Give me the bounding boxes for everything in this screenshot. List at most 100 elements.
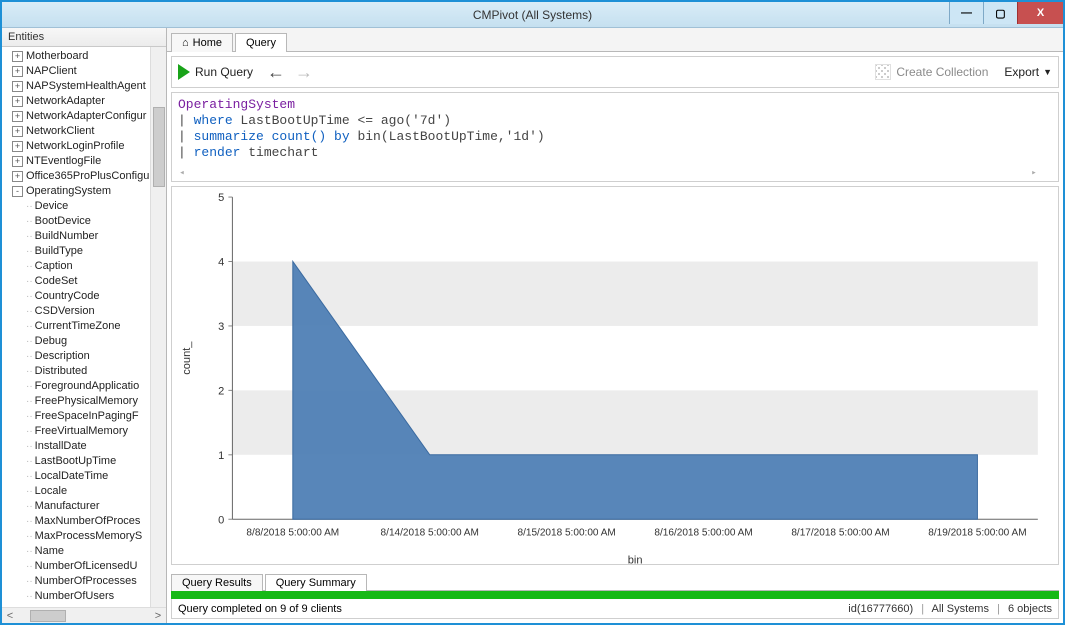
- titlebar[interactable]: CMPivot (All Systems) — ▢ X: [2, 2, 1063, 28]
- entity-property[interactable]: MaxProcessMemoryS: [26, 529, 166, 544]
- entity-property[interactable]: BuildType: [26, 244, 166, 259]
- tab-query-summary[interactable]: Query Summary: [265, 574, 367, 591]
- expand-icon[interactable]: +: [12, 81, 23, 92]
- entity-item[interactable]: +NetworkLoginProfile: [4, 139, 166, 154]
- svg-text:0: 0: [218, 514, 224, 526]
- entity-property[interactable]: Name: [26, 544, 166, 559]
- entity-property[interactable]: NumberOfLicensedU: [26, 559, 166, 574]
- property-label: BuildType: [35, 244, 83, 259]
- status-objects: 6 objects: [1008, 603, 1052, 615]
- entity-property[interactable]: BuildNumber: [26, 229, 166, 244]
- entity-property[interactable]: Manufacturer: [26, 499, 166, 514]
- query-token: render: [194, 145, 241, 160]
- property-label: CurrentTimeZone: [35, 319, 121, 334]
- editor-hscroll-right-icon[interactable]: ▸: [1028, 165, 1040, 181]
- editor-hscroll-left-icon[interactable]: ◂: [176, 165, 188, 181]
- entity-property[interactable]: Debug: [26, 334, 166, 349]
- entity-item[interactable]: +NAPClient: [4, 64, 166, 79]
- entity-property[interactable]: FreeVirtualMemory: [26, 424, 166, 439]
- tab-query-results[interactable]: Query Results: [171, 574, 263, 591]
- expand-icon[interactable]: +: [12, 96, 23, 107]
- svg-text:5: 5: [218, 192, 224, 204]
- expand-icon[interactable]: +: [12, 126, 23, 137]
- query-token: |: [178, 129, 194, 144]
- entities-panel: Entities +Motherboard+NAPClient+NAPSyste…: [2, 28, 167, 623]
- entity-property[interactable]: CodeSet: [26, 274, 166, 289]
- entity-item[interactable]: +NetworkClient: [4, 124, 166, 139]
- entity-item[interactable]: +NetworkAdapterConfigur: [4, 109, 166, 124]
- editor-hscroll[interactable]: ◂▸: [176, 167, 1040, 179]
- entity-property[interactable]: Caption: [26, 259, 166, 274]
- entity-property[interactable]: ForegroundApplicatio: [26, 379, 166, 394]
- property-label: Name: [35, 544, 64, 559]
- entities-tree[interactable]: +Motherboard+NAPClient+NAPSystemHealthAg…: [2, 47, 166, 623]
- entity-property[interactable]: LastBootUpTime: [26, 454, 166, 469]
- tree-vscrollbar[interactable]: [150, 47, 166, 607]
- nav-back-icon[interactable]: ←: [267, 62, 285, 83]
- tab-home[interactable]: ⌂ Home: [171, 33, 233, 52]
- entity-property[interactable]: LocalDateTime: [26, 469, 166, 484]
- entity-property[interactable]: Locale: [26, 484, 166, 499]
- entity-property[interactable]: Distributed: [26, 364, 166, 379]
- property-label: Manufacturer: [35, 499, 100, 514]
- entity-item-expanded[interactable]: -OperatingSystem: [4, 184, 166, 199]
- query-token: |: [178, 145, 194, 160]
- tree-hscroll-right-icon[interactable]: >: [150, 610, 166, 622]
- collapse-icon[interactable]: -: [12, 186, 23, 197]
- minimize-button[interactable]: —: [949, 2, 983, 24]
- expand-icon[interactable]: +: [12, 156, 23, 167]
- entity-item[interactable]: +Office365ProPlusConfigu: [4, 169, 166, 184]
- maximize-button[interactable]: ▢: [983, 2, 1017, 24]
- entity-item[interactable]: +NTEventlogFile: [4, 154, 166, 169]
- property-label: FreeSpaceInPagingF: [35, 409, 139, 424]
- entity-property[interactable]: NumberOfUsers: [26, 589, 166, 604]
- property-label: LocalDateTime: [35, 469, 109, 484]
- expand-icon[interactable]: +: [12, 141, 23, 152]
- tab-query[interactable]: Query: [235, 33, 287, 52]
- tree-hscroll-left-icon[interactable]: <: [2, 610, 18, 622]
- entity-label: OperatingSystem: [26, 184, 111, 199]
- export-button[interactable]: Export ▼: [1004, 65, 1052, 79]
- svg-text:8/8/2018 5:00:00 AM: 8/8/2018 5:00:00 AM: [246, 527, 339, 538]
- entity-property[interactable]: Device: [26, 199, 166, 214]
- tab-summary-label: Query Summary: [276, 577, 356, 589]
- entity-property[interactable]: BootDevice: [26, 214, 166, 229]
- entity-property[interactable]: FreeSpaceInPagingF: [26, 409, 166, 424]
- tab-results-label: Query Results: [182, 577, 252, 589]
- tree-hscrollbar[interactable]: < >: [2, 607, 166, 623]
- run-icon[interactable]: [178, 64, 190, 80]
- entity-property[interactable]: CurrentTimeZone: [26, 319, 166, 334]
- close-button[interactable]: X: [1017, 2, 1063, 24]
- svg-text:8/14/2018 5:00:00 AM: 8/14/2018 5:00:00 AM: [381, 527, 479, 538]
- property-label: MaxProcessMemoryS: [35, 529, 143, 544]
- collection-icon: [875, 64, 891, 80]
- entity-item[interactable]: +NetworkAdapter: [4, 94, 166, 109]
- entities-header: Entities: [2, 28, 166, 47]
- entity-item[interactable]: +NAPSystemHealthAgent: [4, 79, 166, 94]
- create-collection-button[interactable]: Create Collection: [875, 64, 988, 80]
- entity-property[interactable]: InstallDate: [26, 439, 166, 454]
- entity-label: NTEventlogFile: [26, 154, 101, 169]
- entity-property[interactable]: Description: [26, 349, 166, 364]
- query-token: LastBootUpTime <= ago('7d'): [233, 113, 451, 128]
- entity-property[interactable]: MaxNumberOfProces: [26, 514, 166, 529]
- entity-property[interactable]: CountryCode: [26, 289, 166, 304]
- tree-hscroll-thumb[interactable]: [30, 610, 66, 622]
- svg-text:bin: bin: [628, 555, 643, 567]
- entity-property[interactable]: NumberOfProcesses: [26, 574, 166, 589]
- query-token: count(): [264, 129, 326, 144]
- expand-icon[interactable]: +: [12, 111, 23, 122]
- expand-icon[interactable]: +: [12, 171, 23, 182]
- property-label: Caption: [35, 259, 73, 274]
- nav-forward-icon[interactable]: →: [295, 62, 313, 83]
- run-query-button[interactable]: Run Query: [195, 65, 253, 79]
- expand-icon[interactable]: +: [12, 66, 23, 77]
- entity-label: Office365ProPlusConfigu: [26, 169, 149, 184]
- expand-icon[interactable]: +: [12, 51, 23, 62]
- entity-item[interactable]: +Motherboard: [4, 49, 166, 64]
- entity-property[interactable]: CSDVersion: [26, 304, 166, 319]
- tree-vscroll-thumb[interactable]: [153, 107, 165, 187]
- entity-property[interactable]: FreePhysicalMemory: [26, 394, 166, 409]
- query-editor[interactable]: OperatingSystem | where LastBootUpTime <…: [171, 92, 1059, 182]
- query-token: OperatingSystem: [178, 97, 295, 112]
